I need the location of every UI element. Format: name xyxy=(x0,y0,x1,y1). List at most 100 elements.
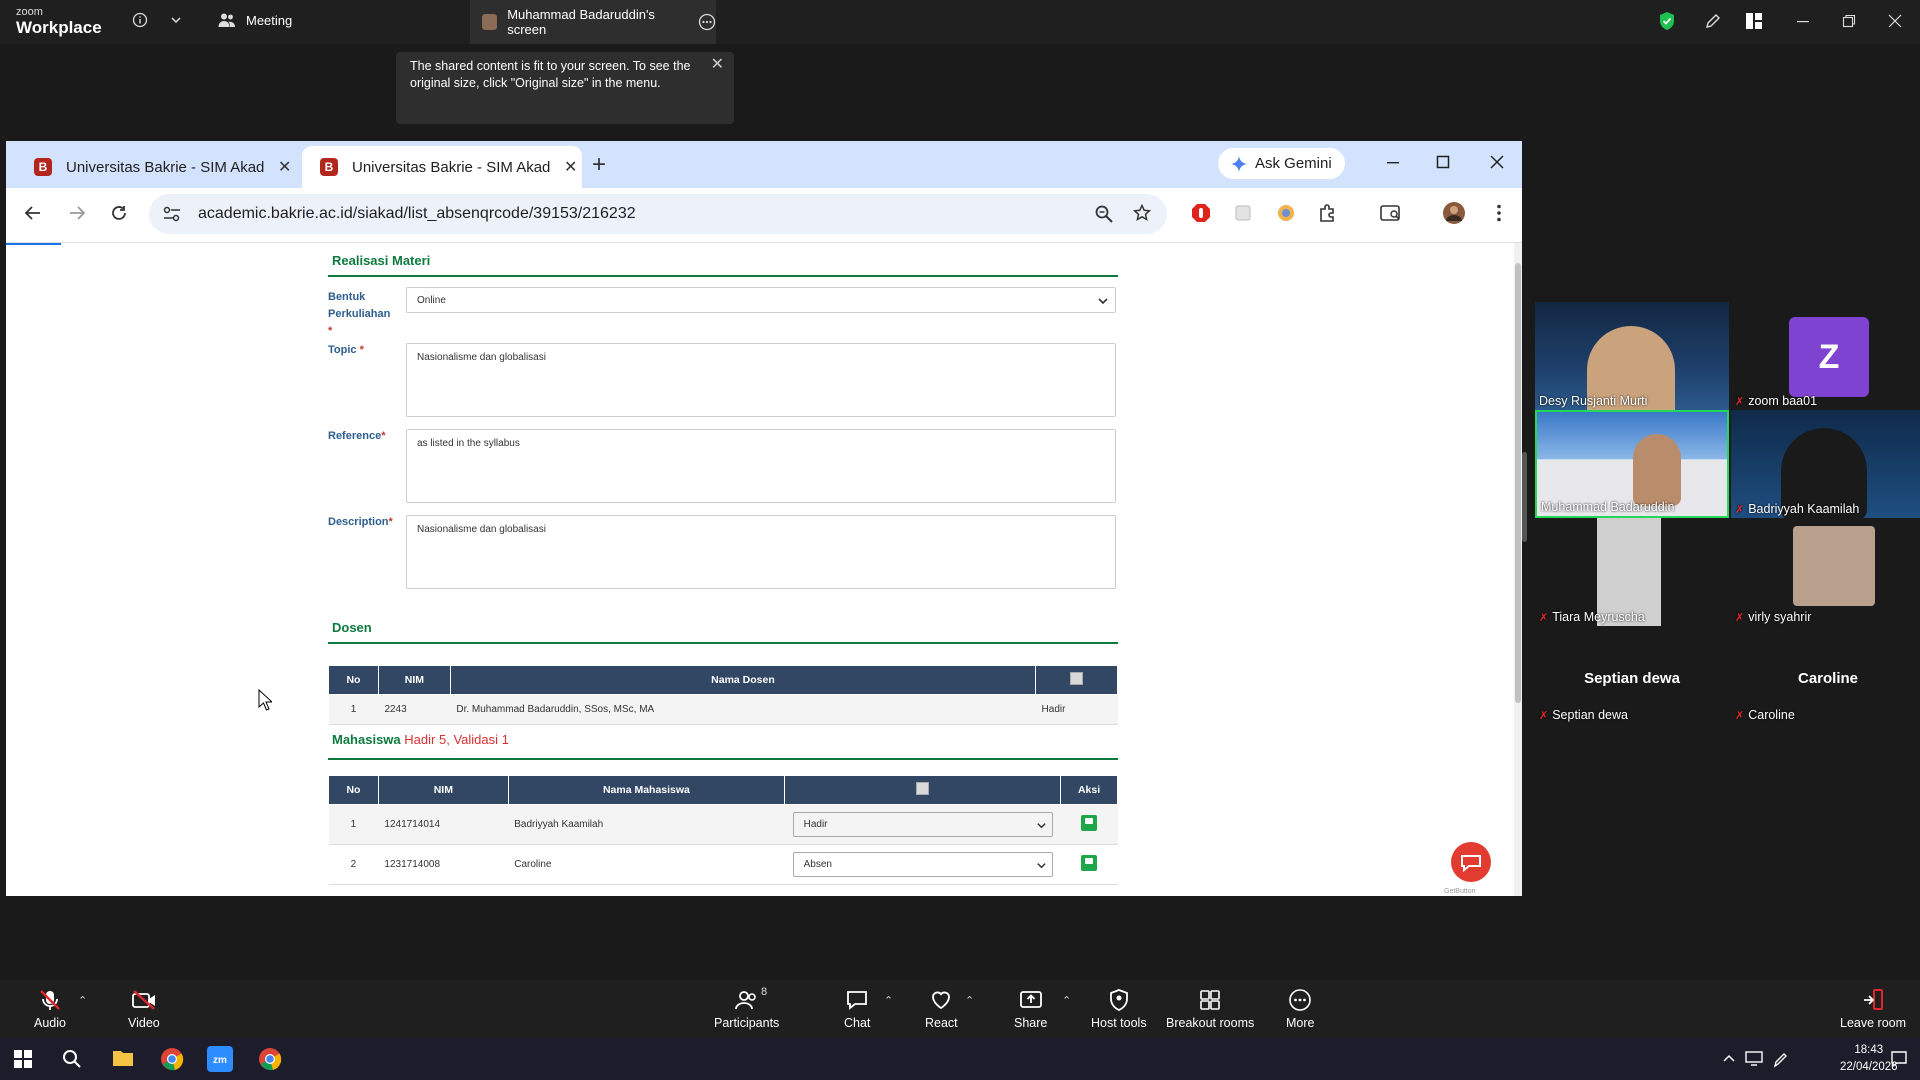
participant-tile[interactable]: Z ✗ zoom baa01 xyxy=(1731,302,1920,410)
browser-minimize-icon[interactable] xyxy=(1386,155,1400,169)
description-textarea[interactable]: Nasionalisme dan globalisasi xyxy=(406,515,1116,589)
participants-button[interactable]: Participants xyxy=(714,988,779,1030)
audio-button[interactable]: Audio xyxy=(34,988,66,1030)
shield-check-icon[interactable] xyxy=(1658,11,1676,31)
audio-only-tile[interactable]: ✗ Caroline xyxy=(1735,708,1795,722)
close-icon[interactable] xyxy=(1888,14,1902,28)
save-icon[interactable] xyxy=(1081,815,1098,831)
more-options-icon[interactable] xyxy=(698,13,716,31)
share-button[interactable]: Share xyxy=(1014,988,1047,1030)
required-mark: * xyxy=(359,344,364,356)
react-options-caret-icon[interactable]: ⌃ xyxy=(965,994,974,1007)
ask-gemini-button[interactable]: Ask Gemini xyxy=(1218,148,1345,179)
new-tab-plus-icon[interactable]: + xyxy=(592,151,606,179)
row-nim: 1231714008 xyxy=(378,844,509,885)
required-mark: * xyxy=(328,325,333,337)
minimize-icon[interactable] xyxy=(1796,14,1810,28)
save-icon[interactable] xyxy=(1081,855,1098,871)
pen-tray-icon[interactable] xyxy=(1772,1050,1788,1068)
select-all-checkbox[interactable] xyxy=(1070,672,1084,685)
reload-icon[interactable] xyxy=(110,204,128,222)
status-select[interactable]: Hadir xyxy=(792,812,1053,837)
mouse-cursor-icon xyxy=(258,689,272,711)
chat-options-caret-icon[interactable]: ⌃ xyxy=(884,994,893,1007)
reference-textarea[interactable]: as listed in the syllabus xyxy=(406,429,1116,503)
omnibox[interactable]: academic.bakrie.ac.id/siakad/list_absenq… xyxy=(149,194,1167,234)
site-settings-icon[interactable] xyxy=(163,206,181,222)
profile-avatar-icon[interactable] xyxy=(1442,201,1466,225)
gallery-scrollbar[interactable] xyxy=(1522,452,1527,542)
browser-tab-1[interactable]: B Universitas Bakrie - SIM Akaden ✕ xyxy=(16,146,296,188)
bookmark-star-icon[interactable] xyxy=(1133,204,1151,222)
network-icon[interactable] xyxy=(1745,1050,1763,1066)
extension-grey-icon[interactable] xyxy=(1234,204,1252,222)
participants-label: Participants xyxy=(714,1016,780,1030)
chat-widget-button[interactable] xyxy=(1451,842,1491,882)
row-nama: Dr. Muhammad Badaruddin, SSos, MSc, MA xyxy=(450,694,1036,725)
restore-icon[interactable] xyxy=(1842,14,1856,28)
audio-only-tile[interactable]: ✗ Septian dewa xyxy=(1539,708,1628,722)
audio-options-caret-icon[interactable]: ⌃ xyxy=(78,994,87,1007)
file-explorer-icon[interactable] xyxy=(112,1048,134,1068)
scrollbar-thumb[interactable] xyxy=(1515,263,1521,703)
participant-tile-active-speaker[interactable]: Muhammad Badaruddin xyxy=(1535,410,1729,518)
extensions-puzzle-icon[interactable] xyxy=(1318,203,1338,223)
row-aksi xyxy=(1060,844,1118,885)
extension-colorful-icon[interactable] xyxy=(1276,203,1296,223)
tooltip-close-icon[interactable]: ✕ xyxy=(711,56,724,73)
share-options-caret-icon[interactable]: ⌃ xyxy=(1062,994,1071,1007)
zoom-magnifier-icon[interactable] xyxy=(1095,205,1113,223)
search-icon[interactable] xyxy=(62,1049,82,1069)
browser-maximize-icon[interactable] xyxy=(1436,155,1450,169)
status-select[interactable]: Absen xyxy=(792,852,1053,877)
select-all-checkbox[interactable] xyxy=(916,782,930,795)
chrome-icon[interactable] xyxy=(160,1047,184,1071)
breakout-rooms-button[interactable]: Breakout rooms xyxy=(1166,988,1254,1030)
participant-tile[interactable]: Desy Rusjanti Murti xyxy=(1535,302,1729,410)
tab-close-icon[interactable]: ✕ xyxy=(278,157,291,177)
tab-close-icon[interactable]: ✕ xyxy=(564,157,577,177)
participant-tile[interactable]: ✗ virly syahrir xyxy=(1731,518,1920,626)
page-scrollbar[interactable] xyxy=(1514,243,1522,896)
annotate-pen-icon[interactable] xyxy=(1704,12,1722,30)
host-tools-button[interactable]: Host tools xyxy=(1091,988,1147,1030)
system-clock[interactable]: 18:43 22/04/2026 xyxy=(1840,1042,1898,1076)
reference-value: as listed in the syllabus xyxy=(417,438,520,449)
topic-textarea[interactable]: Nasionalisme dan globalisasi xyxy=(406,343,1116,417)
participant-tile[interactable]: ✗ Badriyyah Kaamilah xyxy=(1731,410,1920,518)
chevron-down-icon[interactable] xyxy=(170,14,182,26)
zoom-logo-text: Workplace xyxy=(16,18,102,37)
participant-tile[interactable]: ✗ Tiara Meyruscha xyxy=(1535,518,1729,626)
url-text[interactable]: academic.bakrie.ac.id/siakad/list_absenq… xyxy=(198,205,636,223)
adblock-extension-icon[interactable] xyxy=(1191,203,1211,223)
row-nama: Caroline xyxy=(508,844,785,885)
view-layout-icon[interactable] xyxy=(1745,12,1763,30)
zoom-app-icon[interactable]: zm xyxy=(206,1045,234,1073)
browser-close-icon[interactable] xyxy=(1490,155,1504,169)
audio-only-name: Septian dewa xyxy=(1584,670,1680,687)
back-arrow-icon[interactable] xyxy=(24,204,42,222)
info-icon[interactable] xyxy=(132,12,148,28)
required-mark: * xyxy=(388,516,393,528)
col-nim: NIM xyxy=(377,665,451,695)
bentuk-perkuliahan-select[interactable]: Online xyxy=(406,287,1116,313)
chrome-menu-kebab-icon[interactable] xyxy=(1496,204,1502,222)
more-button[interactable]: More xyxy=(1286,988,1314,1030)
react-button[interactable]: React xyxy=(925,988,958,1030)
col-nama-dosen: Nama Dosen xyxy=(449,665,1037,695)
tab-search-icon[interactable] xyxy=(1380,204,1402,222)
chrome-active-icon[interactable] xyxy=(258,1047,282,1071)
leave-room-button[interactable]: Leave room xyxy=(1840,988,1906,1030)
chat-button[interactable]: Chat xyxy=(844,988,870,1030)
browser-tab-2[interactable]: B Universitas Bakrie - SIM Akaden ✕ xyxy=(302,146,582,188)
notification-icon[interactable] xyxy=(1890,1050,1908,1068)
video-button[interactable]: Video xyxy=(128,988,160,1030)
windows-start-icon[interactable] xyxy=(14,1050,32,1068)
meeting-button[interactable]: Meeting xyxy=(218,12,292,28)
screen-share-tab[interactable]: Muhammad Badaruddin's screen xyxy=(470,0,716,44)
share-title: Muhammad Badaruddin's screen xyxy=(507,7,655,37)
forward-arrow-icon[interactable] xyxy=(68,204,86,222)
clock-date: 22/04/2026 xyxy=(1840,1061,1898,1073)
address-toolbar: academic.bakrie.ac.id/siakad/list_absenq… xyxy=(6,188,1522,243)
tray-chevron-up-icon[interactable] xyxy=(1722,1052,1736,1064)
